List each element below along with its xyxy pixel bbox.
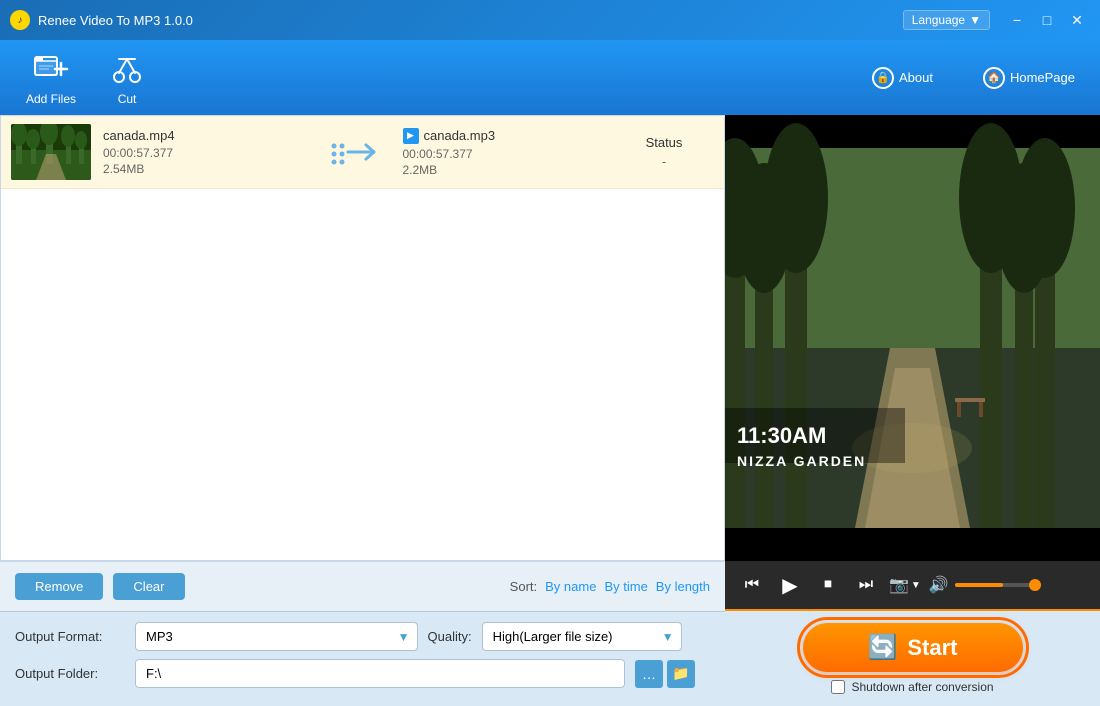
volume-track[interactable] bbox=[955, 583, 1035, 587]
input-duration: 00:00:57.377 bbox=[103, 146, 315, 160]
settings-area: Output Format: MP3 ▼ Quality: High(Large… bbox=[0, 611, 725, 706]
output-format-label: Output Format: bbox=[15, 629, 125, 644]
skip-back-button[interactable]: ⏮ bbox=[737, 570, 767, 600]
player-controls: ⏮ ▶ ⏹ ⏭ 📷 ▼ 🔊 bbox=[725, 561, 1100, 609]
output-format-select-wrap: MP3 ▼ bbox=[135, 622, 418, 651]
quality-select[interactable]: High(Larger file size) bbox=[482, 622, 682, 651]
status-label: Status bbox=[614, 135, 714, 150]
start-button[interactable]: 🔄 Start bbox=[803, 623, 1023, 672]
table-row: canada.mp4 00:00:57.377 2.54MB bbox=[1, 116, 724, 189]
quality-label: Quality: bbox=[428, 629, 472, 644]
add-files-button[interactable]: Add Files bbox=[10, 42, 92, 114]
right-panel: 11:30AM NIZZA GARDEN ⏮ ▶ ⏹ ⏭ 📷 ▼ 🔊 bbox=[725, 115, 1100, 706]
output-size: 2.2MB bbox=[403, 163, 615, 177]
input-file-info: canada.mp4 00:00:57.377 2.54MB bbox=[91, 128, 315, 176]
output-folder-input[interactable] bbox=[135, 659, 625, 688]
quality-select-wrap: High(Larger file size) ▼ bbox=[482, 622, 682, 651]
toolbar: Add Files Cut 🔒 About 🏠 HomePage bbox=[0, 40, 1100, 115]
main-content: canada.mp4 00:00:57.377 2.54MB bbox=[0, 115, 1100, 706]
camera-dropdown-arrow: ▼ bbox=[911, 580, 921, 591]
stop-button[interactable]: ⏹ bbox=[813, 570, 843, 600]
sort-area: Sort: By name By time By length bbox=[510, 579, 710, 594]
status-value: - bbox=[614, 154, 714, 169]
shutdown-label: Shutdown after conversion bbox=[851, 680, 993, 694]
homepage-icon: 🏠 bbox=[983, 67, 1005, 89]
sort-by-time[interactable]: By time bbox=[604, 579, 647, 594]
start-icon: 🔄 bbox=[867, 633, 897, 662]
skip-forward-button[interactable]: ⏭ bbox=[851, 570, 881, 600]
shutdown-checkbox[interactable] bbox=[831, 680, 845, 694]
output-file-info: ▶ canada.mp3 00:00:57.377 2.2MB bbox=[395, 128, 615, 177]
app-title: Renee Video To MP3 1.0.0 bbox=[38, 13, 903, 28]
open-folder-button[interactable]: 📁 bbox=[667, 660, 695, 688]
add-files-label: Add Files bbox=[26, 92, 76, 106]
output-file-icon: ▶ bbox=[403, 128, 419, 144]
output-folder-label: Output Folder: bbox=[15, 666, 125, 681]
thumbnail bbox=[11, 124, 91, 180]
start-label: Start bbox=[907, 635, 957, 661]
status-area: Status - bbox=[614, 135, 714, 169]
camera-icon: 📷 bbox=[889, 575, 909, 595]
input-size: 2.54MB bbox=[103, 162, 315, 176]
toolbar-right: 🔒 About 🏠 HomePage bbox=[857, 62, 1090, 94]
folder-buttons: … 📁 bbox=[635, 660, 695, 688]
close-button[interactable]: ✕ bbox=[1064, 10, 1090, 30]
volume-icon: 🔊 bbox=[929, 575, 949, 595]
cut-button[interactable]: Cut bbox=[92, 42, 162, 114]
start-area: 🔄 Start Shutdown after conversion bbox=[725, 609, 1100, 706]
svg-text:11:30AM: 11:30AM bbox=[737, 423, 826, 448]
language-dropdown-icon: ▼ bbox=[969, 13, 981, 27]
screenshot-button[interactable]: 📷 ▼ bbox=[889, 575, 921, 595]
play-button[interactable]: ▶ bbox=[775, 570, 805, 600]
output-format-select[interactable]: MP3 bbox=[135, 622, 418, 651]
minimize-button[interactable]: − bbox=[1004, 10, 1030, 30]
volume-control[interactable]: 🔊 bbox=[929, 575, 1035, 595]
homepage-button[interactable]: 🏠 HomePage bbox=[968, 62, 1090, 94]
sort-by-name[interactable]: By name bbox=[545, 579, 596, 594]
sort-label: Sort: bbox=[510, 579, 537, 594]
language-button[interactable]: Language ▼ bbox=[903, 10, 990, 30]
video-preview: 11:30AM NIZZA GARDEN bbox=[725, 115, 1100, 561]
svg-text:NIZZA GARDEN: NIZZA GARDEN bbox=[737, 453, 866, 469]
window-controls: Language ▼ − □ ✕ bbox=[903, 10, 1090, 30]
language-label: Language bbox=[912, 13, 965, 27]
output-filename-row: ▶ canada.mp3 bbox=[403, 128, 615, 144]
thumbnail-image bbox=[11, 124, 91, 180]
convert-arrow bbox=[315, 138, 395, 166]
clear-button[interactable]: Clear bbox=[113, 573, 184, 600]
input-filename: canada.mp4 bbox=[103, 128, 315, 143]
volume-thumb[interactable] bbox=[1029, 579, 1041, 591]
remove-button[interactable]: Remove bbox=[15, 573, 103, 600]
about-button[interactable]: 🔒 About bbox=[857, 62, 948, 94]
output-filename: canada.mp3 bbox=[424, 128, 496, 143]
about-label: About bbox=[899, 70, 933, 85]
browse-button[interactable]: … bbox=[635, 660, 663, 688]
output-duration: 00:00:57.377 bbox=[403, 147, 615, 161]
homepage-label: HomePage bbox=[1010, 70, 1075, 85]
cut-icon bbox=[108, 50, 146, 88]
bottom-bar: Remove Clear Sort: By name By time By le… bbox=[0, 561, 725, 611]
folder-row: Output Folder: … 📁 bbox=[15, 659, 710, 688]
quality-wrap: Quality: High(Larger file size) ▼ bbox=[428, 622, 711, 651]
app-logo: ♪ bbox=[10, 10, 30, 30]
shutdown-row: Shutdown after conversion bbox=[831, 680, 993, 694]
left-panel: canada.mp4 00:00:57.377 2.54MB bbox=[0, 115, 725, 706]
about-icon: 🔒 bbox=[872, 67, 894, 89]
sort-by-length[interactable]: By length bbox=[656, 579, 710, 594]
volume-fill bbox=[955, 583, 1003, 587]
arrow-icon bbox=[330, 138, 380, 166]
format-row: Output Format: MP3 ▼ Quality: High(Large… bbox=[15, 622, 710, 651]
maximize-button[interactable]: □ bbox=[1034, 10, 1060, 30]
cut-label: Cut bbox=[118, 92, 137, 106]
file-list: canada.mp4 00:00:57.377 2.54MB bbox=[0, 115, 725, 561]
add-files-icon bbox=[32, 50, 70, 88]
title-bar: ♪ Renee Video To MP3 1.0.0 Language ▼ − … bbox=[0, 0, 1100, 40]
